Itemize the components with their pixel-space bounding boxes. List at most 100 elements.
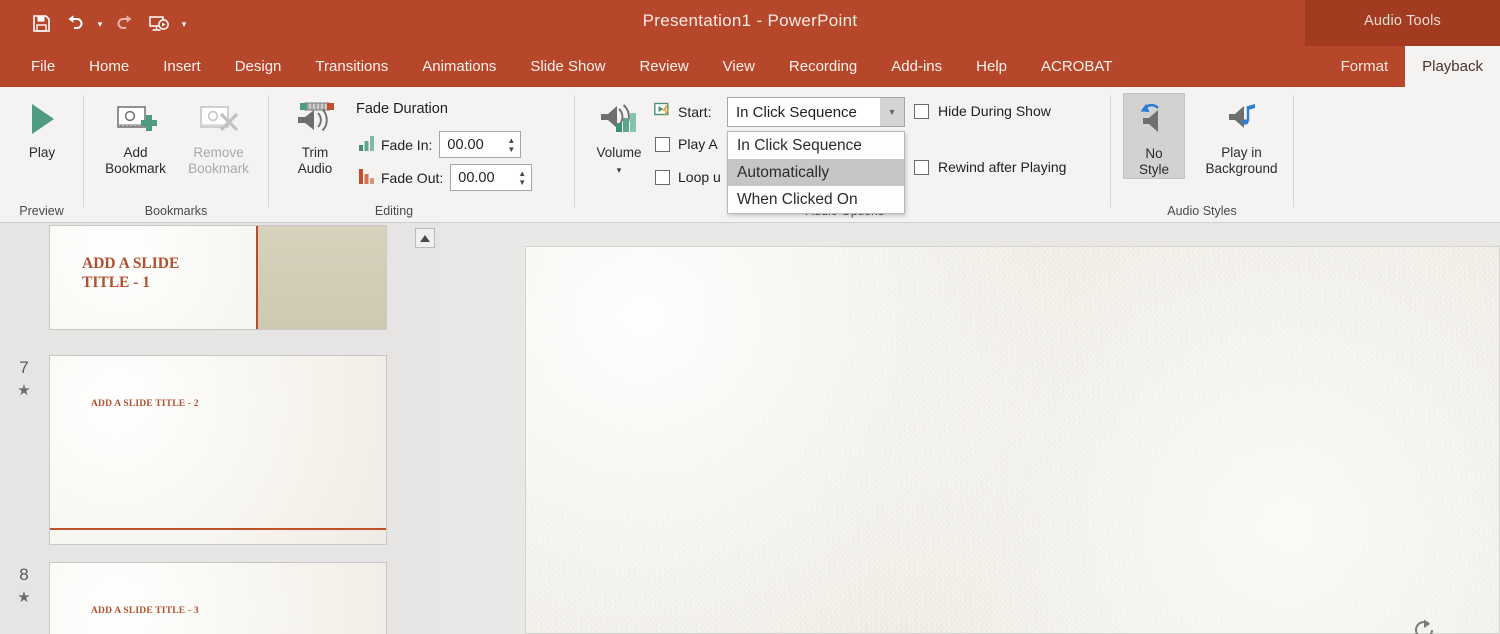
fade-out-value: 00.00	[458, 169, 495, 186]
fade-out-spinner-arrows[interactable]: ▲ ▼	[513, 165, 531, 190]
thumb-right-panel	[256, 226, 386, 329]
thumb-title-line1: ADD A SLIDE	[82, 255, 180, 272]
slide-thumbnail-partial[interactable]: ADD A SLIDE TITLE - 1	[49, 225, 387, 330]
ribbon-tab-strip: File Home Insert Design Transitions Anim…	[0, 46, 1500, 87]
tab-acrobat[interactable]: ACROBAT	[1024, 46, 1129, 87]
start-option-in-click-sequence[interactable]: In Click Sequence	[728, 132, 904, 159]
quick-access-toolbar: ▾ ▾	[24, 8, 192, 38]
play-in-background-button[interactable]: Play in Background	[1193, 93, 1290, 177]
no-style-icon	[1134, 94, 1174, 146]
tab-animations[interactable]: Animations	[405, 46, 513, 87]
play-in-background-label-1: Play in	[1221, 145, 1262, 160]
ribbon-group-preview: Play Preview	[0, 87, 83, 223]
fade-in-spinner-arrows[interactable]: ▲ ▼	[502, 132, 520, 157]
group-label-preview: Preview	[19, 204, 64, 218]
add-bookmark-button[interactable]: Add Bookmark	[94, 93, 177, 177]
volume-label: Volume	[596, 145, 642, 160]
thumb-title-line2: TITLE - 1	[82, 274, 151, 291]
fade-in-label: Fade In:	[381, 136, 433, 153]
thumbnail-scroll-up-button[interactable]	[415, 228, 435, 248]
play-across-slides-checkbox[interactable]	[655, 136, 670, 152]
rewind-after-playing-row[interactable]: Rewind after Playing	[914, 159, 1066, 175]
ribbon-group-bookmarks: Add Bookmark Remove Bookmark Bookmarks	[84, 87, 268, 223]
start-label: Start:	[678, 104, 712, 120]
tab-add-ins[interactable]: Add-ins	[874, 46, 959, 87]
rewind-after-playing-checkbox[interactable]	[914, 159, 929, 175]
start-option-automatically[interactable]: Automatically	[728, 159, 904, 186]
powerpoint-window: Audio Tools ▾ ▾ Presentation1 - PowerPoi…	[0, 0, 1500, 634]
main-tabs: File Home Insert Design Transitions Anim…	[14, 46, 1129, 87]
volume-button[interactable]: Volume ▾	[583, 93, 655, 178]
tab-playback[interactable]: Playback	[1405, 46, 1500, 87]
slide-thumbnail-pane[interactable]: ADD A SLIDE TITLE - 1 7 ★ ADD A SLIDE TI…	[0, 223, 440, 634]
fade-in-icon	[359, 135, 376, 154]
tab-review[interactable]: Review	[622, 46, 705, 87]
loop-until-stopped-checkbox[interactable]	[655, 169, 670, 185]
remove-bookmark-button[interactable]: Remove Bookmark	[177, 93, 260, 177]
rotate-handle-icon[interactable]	[1411, 617, 1437, 634]
start-option-when-clicked-on[interactable]: When Clicked On	[728, 186, 904, 213]
fade-in-row: Fade In: 00.00 ▲ ▼	[359, 131, 522, 158]
play-button[interactable]: Play	[9, 93, 75, 161]
redo-icon[interactable]	[108, 8, 142, 38]
chevron-down-icon[interactable]: ▼	[880, 98, 904, 126]
tab-insert[interactable]: Insert	[146, 46, 218, 87]
add-bookmark-label-2: Bookmark	[105, 161, 166, 176]
start-row: Start:	[654, 102, 711, 122]
remove-bookmark-label-1: Remove	[193, 145, 244, 160]
rewind-after-playing-label: Rewind after Playing	[938, 159, 1067, 175]
trim-audio-label-1: Trim	[301, 145, 329, 160]
loop-until-stopped-row[interactable]: Loop u	[655, 169, 721, 185]
trim-audio-label-2: Audio	[297, 161, 333, 176]
tab-recording[interactable]: Recording	[772, 46, 874, 87]
no-style-button[interactable]: No Style	[1123, 93, 1185, 179]
no-style-label-2: Style	[1138, 162, 1169, 177]
thumb-title: ADD A SLIDE TITLE - 3	[91, 606, 199, 616]
tab-design[interactable]: Design	[218, 46, 299, 87]
remove-bookmark-label-2: Bookmark	[188, 161, 249, 176]
fade-out-spinner[interactable]: 00.00 ▲ ▼	[450, 164, 533, 191]
hide-during-show-row[interactable]: Hide During Show	[914, 103, 1051, 119]
group-label-audio-styles: Audio Styles	[1167, 204, 1237, 218]
slide-thumbnail-7[interactable]: ADD A SLIDE TITLE - 2	[49, 355, 387, 545]
group-label-bookmarks: Bookmarks	[144, 204, 208, 218]
group-separator	[1293, 95, 1294, 207]
tab-view[interactable]: View	[706, 46, 772, 87]
volume-dropdown-icon[interactable]: ▾	[617, 162, 622, 178]
contextual-tabs: Format Playback	[1324, 46, 1500, 87]
slide-canvas[interactable]: 00:00.00	[525, 246, 1500, 634]
save-icon[interactable]	[24, 8, 58, 38]
tab-help[interactable]: Help	[959, 46, 1024, 87]
tab-format[interactable]: Format	[1324, 46, 1406, 87]
start-presentation-icon[interactable]	[142, 8, 176, 38]
play-in-background-icon	[1221, 93, 1263, 145]
fade-out-label: Fade Out:	[381, 169, 444, 186]
thumb-background	[50, 356, 386, 544]
undo-dropdown-icon[interactable]: ▾	[92, 8, 108, 38]
undo-icon[interactable]	[58, 8, 92, 38]
customize-qat-icon[interactable]: ▾	[176, 8, 192, 38]
play-across-slides-label: Play A	[678, 136, 718, 152]
tab-file[interactable]: File	[14, 46, 72, 87]
thumb-accent-line	[50, 528, 386, 530]
fade-in-spinner[interactable]: 00.00 ▲ ▼	[439, 131, 522, 158]
loop-until-stopped-label: Loop u	[678, 169, 721, 185]
hide-during-show-checkbox[interactable]	[914, 103, 929, 119]
tab-slide-show[interactable]: Slide Show	[513, 46, 622, 87]
start-combobox[interactable]: In Click Sequence ▼	[727, 97, 905, 127]
tab-home[interactable]: Home	[72, 46, 146, 87]
tab-transitions[interactable]: Transitions	[298, 46, 405, 87]
slide-thumbnail-8[interactable]: ADD A SLIDE TITLE - 3	[49, 562, 387, 634]
start-dropdown-list[interactable]: In Click Sequence Automatically When Cli…	[727, 131, 905, 214]
play-icon	[25, 93, 59, 145]
volume-icon	[596, 93, 642, 145]
fade-out-icon	[359, 168, 376, 187]
fade-out-row: Fade Out: 00.00 ▲ ▼	[359, 164, 533, 191]
window-title: Presentation1 - PowerPoint	[642, 11, 858, 30]
slide-number-8: 8	[19, 565, 29, 584]
slide-edit-area: 00:00.00	[440, 223, 1500, 634]
remove-bookmark-icon	[197, 93, 241, 145]
hide-during-show-label: Hide During Show	[938, 103, 1051, 119]
trim-audio-button[interactable]: Trim Audio	[279, 93, 351, 177]
play-across-slides-row[interactable]: Play A	[655, 136, 718, 152]
